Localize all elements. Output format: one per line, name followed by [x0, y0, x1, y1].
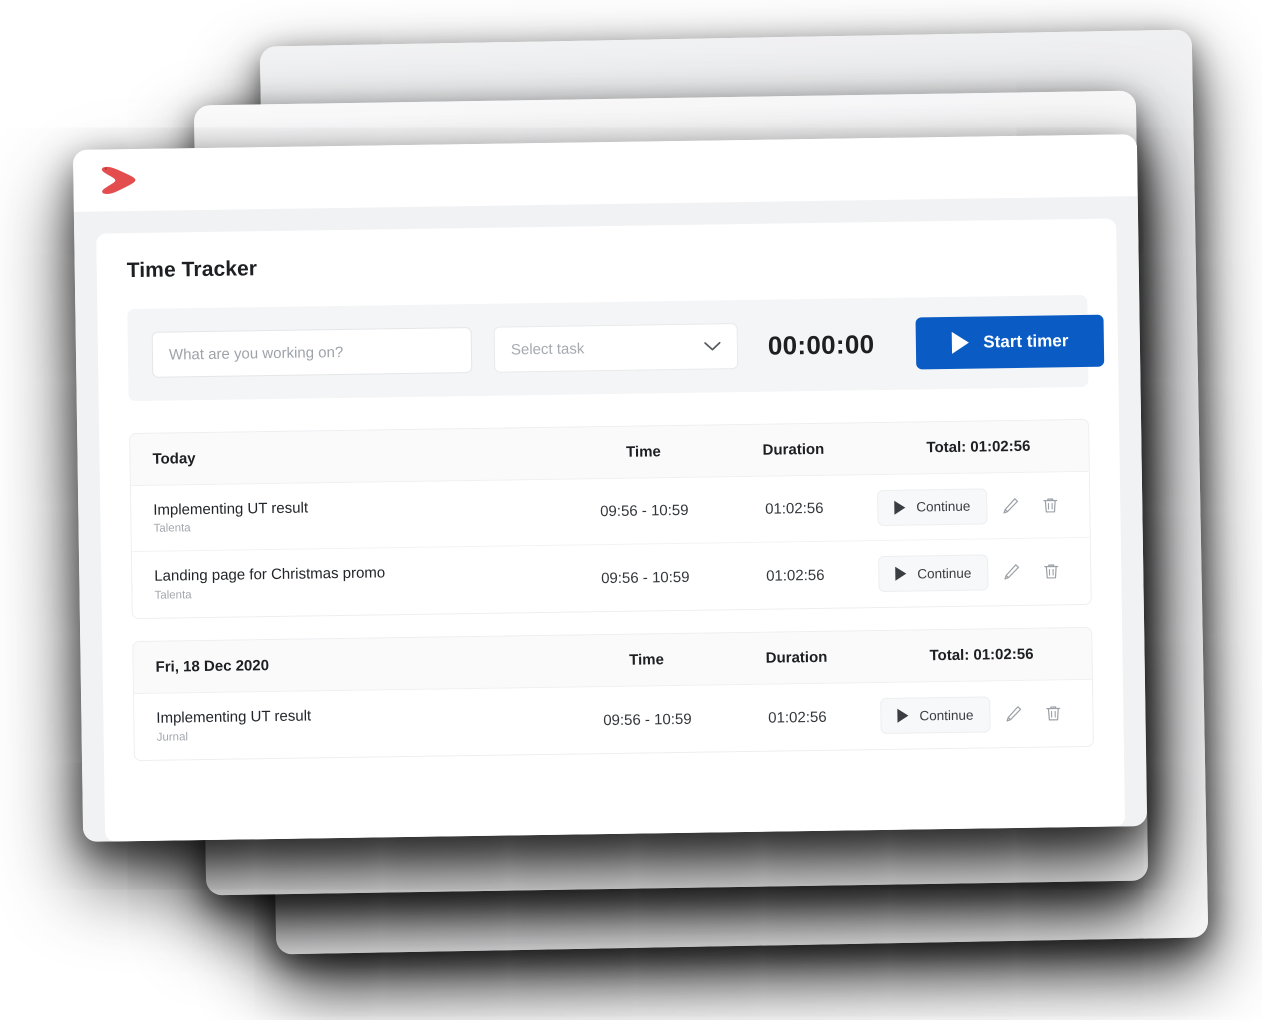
pencil-icon	[1006, 706, 1022, 722]
group-rows: Implementing UT result Jurnal 09:56 - 10…	[134, 679, 1093, 761]
play-icon	[895, 566, 907, 581]
screenshot-stage: Time Tracker Select task 00:00:00 Start …	[0, 0, 1262, 1020]
chevron-down-icon	[704, 341, 721, 351]
delete-entry-button[interactable]	[1034, 554, 1069, 589]
edit-entry-button[interactable]	[994, 555, 1029, 590]
trash-icon	[1043, 497, 1058, 513]
continue-button[interactable]: Continue	[880, 696, 991, 735]
edit-entry-button[interactable]	[996, 697, 1031, 732]
task-description-input[interactable]	[151, 327, 473, 378]
column-header-time: Time	[625, 443, 661, 461]
content-card: Time Tracker Select task 00:00:00 Start …	[96, 218, 1126, 842]
red-arrow-logo-icon[interactable]	[99, 162, 142, 199]
header-spacer	[269, 661, 572, 665]
entry-duration: 01:02:56	[765, 566, 825, 585]
group-title: Today	[152, 450, 196, 468]
table-row[interactable]: Implementing UT result Jurnal 09:56 - 10…	[134, 679, 1093, 761]
app-window: Time Tracker Select task 00:00:00 Start …	[72, 134, 1148, 842]
column-header-duration: Duration	[765, 648, 828, 667]
entry-duration: 01:02:56	[765, 499, 824, 518]
row-actions: Continue	[869, 486, 1090, 526]
entry-group-1: Fri, 18 Dec 2020 Time Duration Total: 01…	[132, 626, 1094, 762]
trash-icon	[1044, 564, 1059, 579]
start-timer-label: Start timer	[983, 331, 1069, 352]
entry-main: Landing page for Christmas promo Talenta	[154, 562, 570, 602]
column-header-duration: Duration	[762, 440, 825, 459]
entry-time: 09:56 - 10:59	[601, 568, 690, 587]
trash-icon	[1046, 706, 1061, 721]
continue-button[interactable]: Continue	[877, 487, 988, 526]
play-icon	[897, 708, 909, 723]
task-select[interactable]: Select task	[493, 323, 739, 373]
group-title: Fri, 18 Dec 2020	[155, 657, 270, 676]
group-total: Total: 01:02:56	[929, 645, 1034, 665]
timer-bar: Select task 00:00:00 Start timer	[127, 294, 1105, 402]
start-timer-button[interactable]: Start timer	[915, 314, 1105, 370]
entry-title: Implementing UT result	[156, 707, 312, 727]
entry-duration: 01:02:56	[768, 708, 827, 727]
entry-time: 09:56 - 10:59	[600, 501, 689, 521]
entry-time: 09:56 - 10:59	[603, 710, 692, 729]
timer-display: 00:00:00	[767, 328, 875, 361]
entry-group-0: Today Time Duration Total: 01:02:56 Impl…	[129, 418, 1092, 620]
entry-project: Jurnal	[156, 731, 189, 744]
edit-entry-button[interactable]	[993, 488, 1028, 523]
entry-groups: Today Time Duration Total: 01:02:56 Impl…	[129, 418, 1094, 762]
pencil-icon	[1003, 497, 1019, 514]
row-actions: Continue	[870, 553, 1091, 593]
entry-project: Talenta	[154, 589, 192, 602]
play-icon	[894, 500, 906, 515]
delete-entry-button[interactable]	[1036, 696, 1071, 731]
table-row[interactable]: Landing page for Christmas promo Talenta…	[131, 537, 1091, 619]
entry-project: Talenta	[153, 522, 191, 536]
entry-main: Implementing UT result Jurnal	[156, 704, 572, 744]
continue-label: Continue	[917, 565, 972, 581]
header-spacer	[196, 453, 569, 459]
task-select-value: Select task	[510, 339, 585, 358]
entry-title: Landing page for Christmas promo	[154, 564, 386, 585]
group-rows: Implementing UT result Talenta 09:56 - 1…	[130, 471, 1091, 619]
app-body: Time Tracker Select task 00:00:00 Start …	[73, 196, 1148, 842]
entry-title: Implementing UT result	[153, 499, 309, 519]
page-title: Time Tracker	[126, 257, 258, 283]
group-total: Total: 01:02:56	[926, 437, 1031, 457]
column-header-time: Time	[629, 651, 665, 669]
continue-label: Continue	[919, 707, 974, 723]
delete-entry-button[interactable]	[1033, 488, 1068, 523]
pencil-icon	[1004, 564, 1020, 580]
row-actions: Continue	[872, 695, 1093, 735]
continue-button[interactable]: Continue	[878, 554, 989, 593]
play-icon	[952, 331, 970, 354]
entry-main: Implementing UT result Talenta	[153, 495, 569, 535]
continue-label: Continue	[916, 498, 971, 515]
